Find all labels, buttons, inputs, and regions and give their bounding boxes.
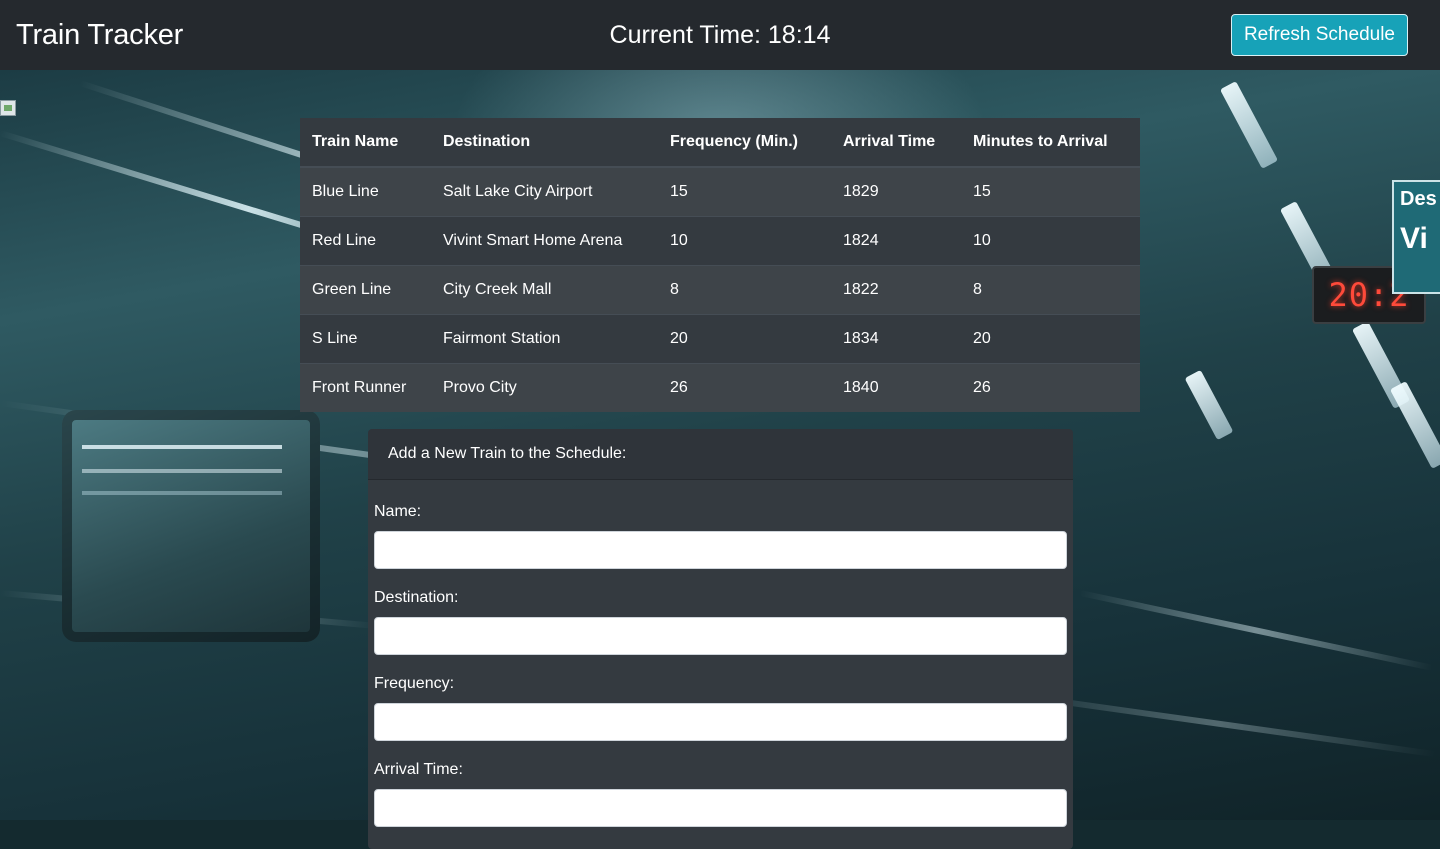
name-input[interactable] — [374, 531, 1067, 569]
current-time: Current Time: 18:14 — [609, 21, 831, 49]
frequency-field-group: Frequency: — [374, 673, 1067, 741]
destination-sign: Des Vi — [1392, 180, 1440, 294]
ceiling-light — [1184, 369, 1234, 441]
clock-container: Current Time: 18:14 — [0, 0, 1440, 70]
frequency-label: Frequency: — [374, 675, 455, 692]
column-header-destination: Destination — [431, 118, 658, 168]
table-row: Red Line Vivint Smart Home Arena 10 1824… — [300, 215, 1140, 265]
cell-minutes-to-arrival: 26 — [961, 362, 1140, 412]
cell-destination: City Creek Mall — [431, 264, 658, 314]
table-row: S Line Fairmont Station 20 1834 20 — [300, 313, 1140, 363]
destination-sign-line2: Vi — [1400, 222, 1428, 255]
frequency-input[interactable] — [374, 703, 1067, 741]
table-row: Green Line City Creek Mall 8 1822 8 — [300, 264, 1140, 314]
column-header-minutes-to-arrival: Minutes to Arrival — [961, 118, 1140, 168]
train-schedule-table: Train Name Destination Frequency (Min.) … — [300, 118, 1140, 412]
add-train-heading: Add a New Train to the Schedule: — [368, 429, 1073, 480]
ceiling-light — [1219, 81, 1279, 169]
navbar: Train Tracker Current Time: 18:14 Refres… — [0, 0, 1440, 70]
cell-arrival-time: 1834 — [831, 313, 961, 363]
destination-sign-line1: Des — [1400, 188, 1437, 210]
cell-frequency: 10 — [658, 215, 831, 265]
table-row: Blue Line Salt Lake City Airport 15 1829… — [300, 166, 1140, 216]
broken-image-icon — [0, 100, 16, 116]
cell-frequency: 15 — [658, 166, 831, 216]
cell-frequency: 20 — [658, 313, 831, 363]
cell-destination: Salt Lake City Airport — [431, 166, 658, 216]
cell-frequency: 26 — [658, 362, 831, 412]
cell-destination: Provo City — [431, 362, 658, 412]
name-label: Name: — [374, 503, 422, 520]
light-streak — [1079, 590, 1433, 671]
column-header-arrival-time: Arrival Time — [831, 118, 961, 168]
add-train-card: Add a New Train to the Schedule: Name: D… — [368, 429, 1073, 849]
cell-train-name: S Line — [300, 313, 431, 363]
cell-minutes-to-arrival: 20 — [961, 313, 1140, 363]
destination-field-group: Destination: — [374, 587, 1067, 655]
cell-destination: Fairmont Station — [431, 313, 658, 363]
ceiling-light — [1389, 381, 1440, 469]
train-window — [62, 410, 320, 642]
cell-frequency: 8 — [658, 264, 831, 314]
cell-train-name: Front Runner — [300, 362, 431, 412]
name-field-group: Name: — [374, 501, 1067, 569]
table-row: Front Runner Provo City 26 1840 26 — [300, 362, 1140, 412]
cell-minutes-to-arrival: 8 — [961, 264, 1140, 314]
refresh-schedule-button[interactable]: Refresh Schedule — [1230, 14, 1408, 56]
column-header-frequency: Frequency (Min.) — [658, 118, 831, 168]
cell-arrival-time: 1829 — [831, 166, 961, 216]
app-title: Train Tracker — [16, 18, 184, 51]
cell-minutes-to-arrival: 10 — [961, 215, 1140, 265]
table-header-row: Train Name Destination Frequency (Min.) … — [300, 118, 1140, 168]
cell-arrival-time: 1824 — [831, 215, 961, 265]
destination-input[interactable] — [374, 617, 1067, 655]
cell-destination: Vivint Smart Home Arena — [431, 215, 658, 265]
column-header-train-name: Train Name — [300, 118, 431, 168]
arrival-time-input[interactable] — [374, 789, 1067, 827]
cell-minutes-to-arrival: 15 — [961, 166, 1140, 216]
cell-train-name: Red Line — [300, 215, 431, 265]
cell-train-name: Blue Line — [300, 166, 431, 216]
cell-arrival-time: 1840 — [831, 362, 961, 412]
arrival-time-label: Arrival Time: — [374, 761, 463, 778]
destination-label: Destination: — [374, 589, 459, 606]
arrival-time-field-group: Arrival Time: — [374, 759, 1067, 827]
cell-train-name: Green Line — [300, 264, 431, 314]
cell-arrival-time: 1822 — [831, 264, 961, 314]
